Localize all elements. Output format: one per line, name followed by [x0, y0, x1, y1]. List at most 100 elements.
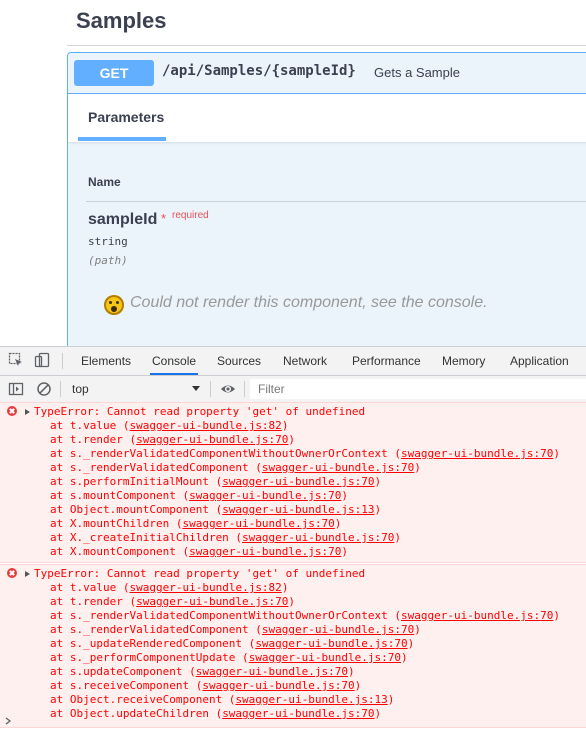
stack-frame-end: ): [341, 545, 349, 558]
stack-frame-end: ): [374, 475, 382, 488]
source-link[interactable]: swagger-ui-bundle.js:13: [222, 503, 374, 516]
render-error-message: Could not render this component, see the…: [130, 294, 488, 311]
source-link[interactable]: swagger-ui-bundle.js:70: [401, 447, 553, 460]
console-filter-input[interactable]: [250, 379, 586, 399]
operation-path[interactable]: /api/Samples/{sampleId}: [162, 63, 356, 79]
stack-frame: at Object.mountComponent (swagger-ui-bun…: [34, 503, 560, 517]
toolbar-separator: [210, 381, 211, 397]
execution-context-select[interactable]: top: [64, 379, 206, 399]
stack-frame-function: at X.mountChildren (: [50, 517, 183, 530]
tab-network[interactable]: Network: [281, 347, 329, 375]
stack-frame-function: at X.mountComponent (: [50, 545, 190, 558]
stack-frame-function: at s.mountComponent (: [50, 489, 190, 502]
stack-frame-function: at s._updateRenderedComponent (: [50, 637, 256, 650]
tab-bar-separator: [62, 353, 63, 369]
error-message: TypeError: Cannot read property 'get' of…: [34, 567, 366, 580]
source-link[interactable]: swagger-ui-bundle.js:70: [242, 531, 394, 544]
source-link[interactable]: swagger-ui-bundle.js:70: [255, 637, 407, 650]
error-message: TypeError: Cannot read property 'get' of…: [34, 405, 366, 418]
source-link[interactable]: swagger-ui-bundle.js:70: [189, 545, 341, 558]
stack-frame: at X._createInitialChildren (swagger-ui-…: [34, 531, 560, 545]
source-link[interactable]: swagger-ui-bundle.js:70: [262, 461, 414, 474]
operation-summary-text[interactable]: Gets a Sample: [374, 65, 460, 80]
source-link[interactable]: swagger-ui-bundle.js:82: [129, 581, 281, 594]
stack-frame-function: at s._renderValidatedComponent (: [50, 623, 262, 636]
stack-frame-function: at Object.receiveComponent (: [50, 693, 236, 706]
stack-frame-function: at s._performComponentUpdate (: [50, 651, 249, 664]
stack-frame-end: ): [288, 433, 296, 446]
stack-frame-end: ): [374, 707, 382, 720]
tab-elements[interactable]: Elements: [79, 347, 133, 375]
stack-frame: at s._renderValidatedComponent (swagger-…: [34, 623, 560, 637]
stack-frame-function: at t.render (: [50, 595, 137, 608]
source-link[interactable]: swagger-ui-bundle.js:70: [222, 707, 374, 720]
toolbar-separator: [244, 381, 245, 397]
tab-performance[interactable]: Performance: [350, 347, 423, 375]
source-link[interactable]: swagger-ui-bundle.js:70: [222, 475, 374, 488]
stack-frame: at s.updateComponent (swagger-ui-bundle.…: [34, 665, 560, 679]
table-header-divider: [86, 201, 586, 202]
chevron-down-icon[interactable]: [192, 386, 200, 391]
toolbar-separator: [60, 381, 61, 397]
stack-frame: at s.performInitialMount (swagger-ui-bun…: [34, 475, 560, 489]
tab-parameters[interactable]: Parameters: [88, 109, 164, 125]
stack-frame-end: ): [341, 489, 349, 502]
devtools-tab-bar: Elements Console Sources Network Perform…: [0, 347, 586, 376]
stack-frame: at X.mountChildren (swagger-ui-bundle.js…: [34, 517, 560, 531]
column-header-name: Name: [88, 175, 121, 189]
source-link[interactable]: swagger-ui-bundle.js:70: [136, 595, 288, 608]
console-output: TypeError: Cannot read property 'get' of…: [0, 402, 586, 729]
sidebar-toggle-icon[interactable]: [8, 381, 24, 397]
console-error-entry: TypeError: Cannot read property 'get' of…: [0, 402, 586, 563]
console-prompt-icon[interactable]: [4, 714, 14, 728]
stack-frame: at s._updateRenderedComponent (swagger-u…: [34, 637, 560, 651]
expand-triangle-icon[interactable]: [25, 409, 30, 415]
tab-application[interactable]: Application: [508, 347, 571, 375]
operation-summary[interactable]: GET /api/Samples/{sampleId} Gets a Sampl…: [68, 53, 586, 94]
error-icon: [7, 568, 17, 578]
devtools-panel: Elements Console Sources Network Perform…: [0, 346, 586, 729]
source-link[interactable]: swagger-ui-bundle.js:13: [235, 693, 387, 706]
source-link[interactable]: swagger-ui-bundle.js:70: [189, 489, 341, 502]
section-divider: [67, 45, 586, 46]
stack-frame: at s._renderValidatedComponentWithoutOwn…: [34, 609, 560, 623]
source-link[interactable]: swagger-ui-bundle.js:82: [129, 419, 281, 432]
stack-frame-end: ): [288, 595, 296, 608]
console-toolbar: top: [0, 376, 586, 403]
stack-frame-end: ): [354, 679, 362, 692]
stack-frame-function: at s.receiveComponent (: [50, 679, 203, 692]
stack-frame-function: at X._createInitialChildren (: [50, 531, 243, 544]
source-link[interactable]: swagger-ui-bundle.js:70: [202, 679, 354, 692]
stack-frame-end: ): [374, 503, 382, 516]
source-link[interactable]: swagger-ui-bundle.js:70: [196, 665, 348, 678]
tab-sources[interactable]: Sources: [215, 347, 263, 375]
stack-frame-end: ): [401, 651, 408, 664]
required-label: required: [172, 210, 209, 221]
stack-frame-end: ): [553, 609, 560, 622]
tab-memory[interactable]: Memory: [440, 347, 487, 375]
stack-frame-end: ): [281, 581, 289, 594]
source-link[interactable]: swagger-ui-bundle.js:70: [249, 651, 401, 664]
tab-console[interactable]: Console: [150, 347, 199, 375]
tab-active-indicator: [78, 137, 166, 141]
section-title[interactable]: Samples: [76, 8, 167, 34]
source-link[interactable]: swagger-ui-bundle.js:70: [401, 609, 553, 622]
parameter-location: (path): [88, 254, 128, 267]
live-expression-eye-icon[interactable]: [220, 381, 236, 397]
stack-frame-end: ): [334, 517, 342, 530]
stack-frame-function: at t.value (: [50, 419, 130, 432]
expand-triangle-icon[interactable]: [25, 571, 30, 577]
device-toolbar-icon[interactable]: [34, 352, 50, 368]
error-icon: [7, 406, 17, 416]
inspect-element-icon[interactable]: [8, 352, 24, 368]
source-link[interactable]: swagger-ui-bundle.js:70: [262, 623, 414, 636]
stack-frame-function: at Object.updateChildren (: [50, 707, 223, 720]
stack-frame: at s.mountComponent (swagger-ui-bundle.j…: [34, 489, 560, 503]
http-method-badge[interactable]: GET: [74, 60, 154, 86]
stack-frame: at t.value (swagger-ui-bundle.js:82): [34, 419, 560, 433]
source-link[interactable]: swagger-ui-bundle.js:70: [136, 433, 288, 446]
source-link[interactable]: swagger-ui-bundle.js:70: [182, 517, 334, 530]
stack-frame-function: at s._renderValidatedComponentWithoutOwn…: [50, 609, 401, 622]
stack-frame-end: ): [394, 531, 402, 544]
clear-console-icon[interactable]: [36, 381, 52, 397]
